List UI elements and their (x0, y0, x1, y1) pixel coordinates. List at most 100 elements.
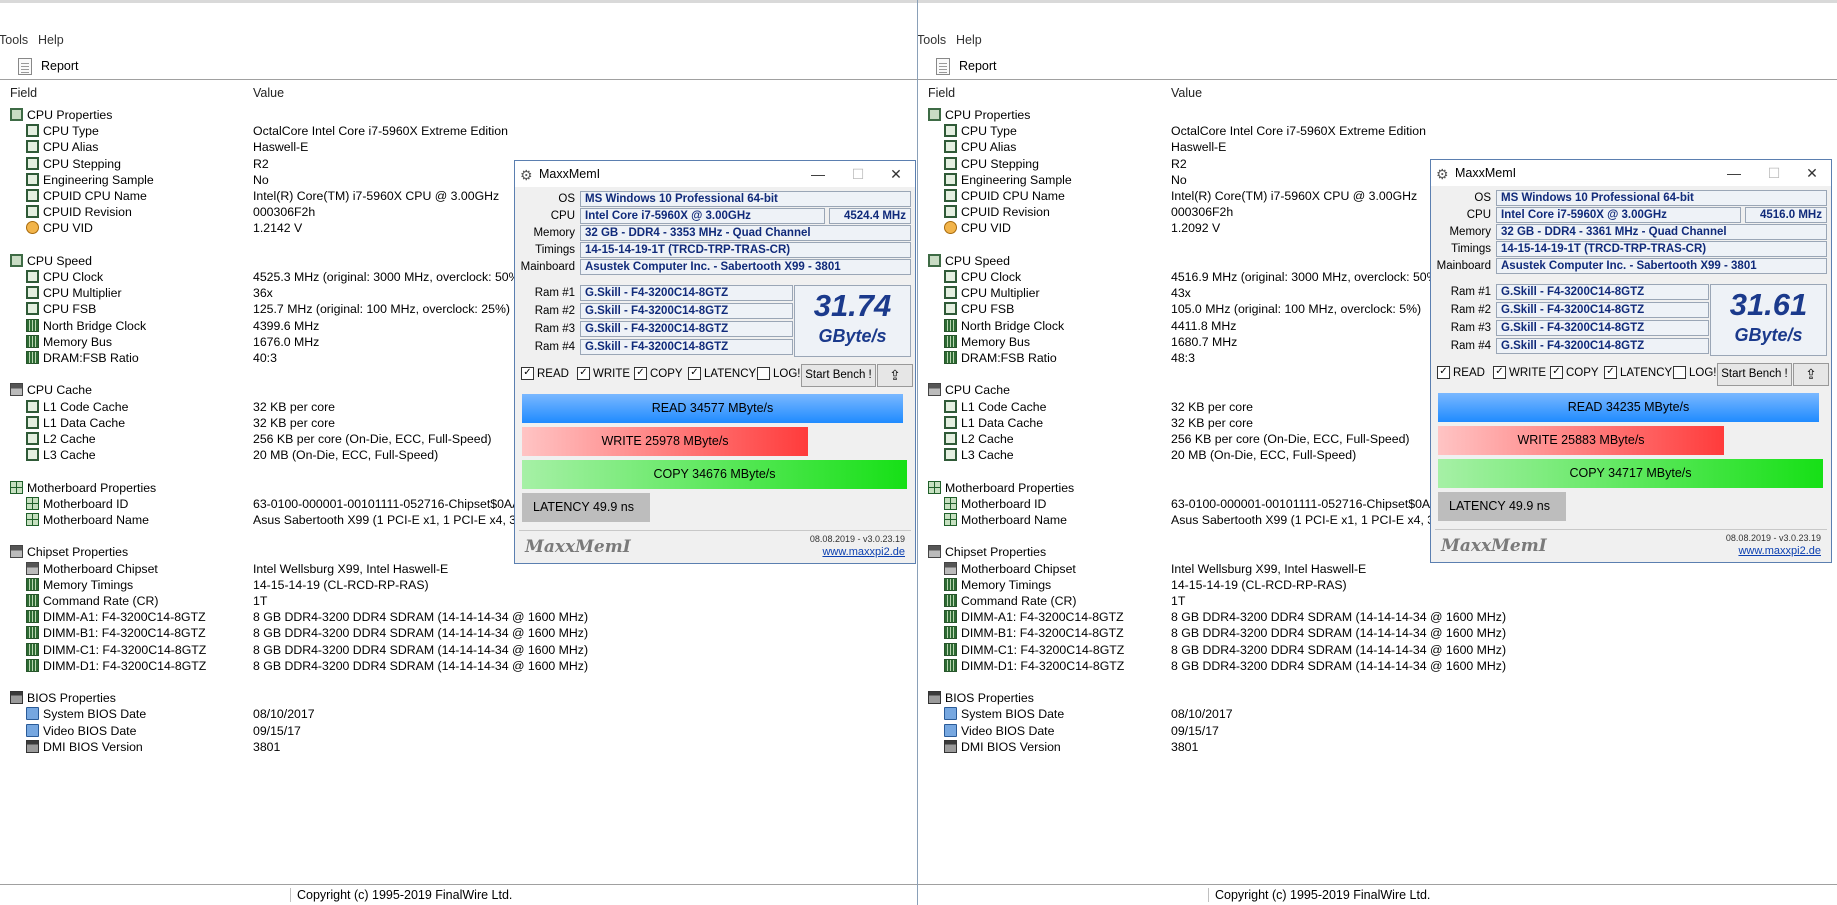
os-value: MS Windows 10 Professional 64-bit (1496, 190, 1827, 206)
memory-row: Memory 32 GB - DDR4 - 3361 MHz - Quad Cha… (1435, 224, 1827, 241)
field-label: CPU Cache (27, 383, 92, 398)
field-label: Motherboard Name (43, 513, 149, 527)
field-value: Intel(R) Core(TM) i7-5960X CPU @ 3.00GHz (253, 189, 500, 203)
field-label: CPU Type (43, 124, 99, 139)
score-box: 31.61 GByte/s (1710, 284, 1827, 356)
cpu-clock-value: 4524.4 MHz (829, 208, 911, 224)
cpu-icon (10, 108, 23, 121)
column-header-value[interactable]: Value (1171, 86, 1202, 100)
aida64-window-left: Tools Help Report Field Value CPU Proper… (0, 0, 918, 905)
menu-tools[interactable]: Tools (0, 33, 28, 47)
column-header-value[interactable]: Value (253, 86, 284, 100)
field-label: Engineering Sample (43, 172, 154, 187)
maxxmem-title: MaxxMemI (1455, 166, 1517, 180)
report-button[interactable]: Report (18, 56, 79, 76)
ram3-value: G.Skill - F4-3200C14-8GTZ (1496, 320, 1709, 336)
maxxmem-footer: MaxxMemI 08.08.2019 - v3.0.23.19 www.max… (1435, 529, 1827, 560)
tree-row[interactable]: DMI BIOS Version 3801 (0, 738, 917, 757)
start-bench-button[interactable]: Start Bench ! (1717, 363, 1792, 386)
ram1-value: G.Skill - F4-3200C14-8GTZ (580, 285, 793, 301)
minimize-icon[interactable]: — (1719, 163, 1749, 183)
column-header-field[interactable]: Field (10, 86, 37, 100)
timings-value: 14-15-14-19-1T (TRCD-TRP-TRAS-CR) (1496, 241, 1827, 257)
os-row: OS MS Windows 10 Professional 64-bit (1435, 190, 1827, 207)
field-label: Motherboard Name (961, 513, 1067, 527)
field-value: 1T (1171, 594, 1186, 608)
log-checkbox[interactable]: LOG! (757, 367, 800, 380)
copy-result-bar: COPY 34717 MByte/s (1438, 459, 1823, 488)
field-value: 20 MB (On-Die, ECC, Full-Speed) (253, 448, 439, 463)
copy-checkbox[interactable]: ✓ COPY (634, 367, 683, 380)
field-label: CPU Speed (27, 253, 92, 268)
read-checkbox[interactable]: ✓ READ (1437, 366, 1485, 379)
cpu-value: Intel Core i7-5960X @ 3.00GHz (1496, 207, 1741, 223)
export-button[interactable]: ⇪ (877, 364, 913, 387)
field-value: 48:3 (1171, 351, 1195, 365)
field-label: Memory Timings (43, 577, 134, 592)
field-value: 8 GB DDR4-3200 DDR4 SDRAM (14-14-14-34 @… (253, 626, 589, 641)
latency-result-bar: LATENCY 49.9 ns (1438, 492, 1566, 521)
field-value: 32 KB per core (1171, 415, 1254, 430)
minimize-icon[interactable]: — (803, 164, 833, 184)
read-result-bar: READ 34577 MByte/s (522, 394, 903, 423)
memory-icon (26, 577, 39, 591)
website-link[interactable]: www.maxxpi2.de (1738, 545, 1821, 557)
ram4-value: G.Skill - F4-3200C14-8GTZ (580, 339, 793, 355)
latency-result-bar: LATENCY 49.9 ns (522, 493, 650, 522)
field-label: CPU Multiplier (43, 286, 122, 301)
mainboard-label: Mainboard (520, 261, 575, 273)
menu-help[interactable]: Help (38, 33, 64, 47)
bridge-icon (944, 318, 957, 332)
field-value: 105.0 MHz (original: 100 MHz, overclock:… (1171, 302, 1422, 317)
field-value: Haswell-E (253, 140, 309, 155)
score-value: 31.74 (813, 288, 892, 323)
field-value: 20 MB (On-Die, ECC, Full-Speed) (1171, 448, 1357, 463)
latency-checkbox[interactable]: ✓ LATENCY (688, 367, 756, 380)
latency-checkbox[interactable]: ✓ LATENCY (1604, 366, 1672, 379)
field-value: 8 GB DDR4-3200 DDR4 SDRAM (14-14-14-34 @… (1171, 626, 1507, 641)
memory-icon (944, 594, 957, 607)
mainboard-value: Asustek Computer Inc. - Sabertooth X99 -… (580, 259, 911, 275)
tree-row[interactable]: DIMM-D1: F4-3200C14-8GTZ 8 GB DDR4-3200 D… (918, 657, 1837, 676)
write-checkbox[interactable]: ✓ WRITE (577, 367, 630, 380)
maxxmem-window: ⚙ MaxxMemI — ☐ ✕ OS MS Windows 10 Profess… (514, 160, 916, 564)
chip-icon (944, 399, 957, 413)
copy-checkbox[interactable]: ✓ COPY (1550, 366, 1599, 379)
website-link[interactable]: www.maxxpi2.de (822, 546, 905, 558)
field-label: CPU Alias (43, 140, 99, 155)
field-label: Chipset Properties (945, 545, 1047, 560)
close-icon[interactable]: ✕ (881, 164, 911, 184)
memory-icon (944, 351, 957, 364)
os-row: OS MS Windows 10 Professional 64-bit (519, 191, 911, 208)
field-label: System BIOS Date (43, 707, 147, 722)
field-label: CPU VID (961, 221, 1011, 236)
start-bench-button[interactable]: Start Bench ! (801, 364, 876, 387)
memory-label: Memory (1449, 226, 1491, 238)
field-label: DIMM-B1: F4-3200C14-8GTZ (43, 626, 206, 641)
field-value: 8 GB DDR4-3200 DDR4 SDRAM (14-14-14-34 @… (253, 642, 589, 657)
tree-row[interactable]: DIMM-D1: F4-3200C14-8GTZ 8 GB DDR4-3200 D… (0, 657, 917, 676)
field-label: Chipset Properties (27, 545, 129, 560)
tree-row[interactable]: DMI BIOS Version 3801 (918, 738, 1837, 757)
write-checkbox[interactable]: ✓ WRITE (1493, 366, 1546, 379)
memory-icon (26, 658, 39, 672)
chip-icon (944, 189, 957, 202)
chipset-icon (10, 545, 23, 559)
close-icon[interactable]: ✕ (1797, 163, 1827, 183)
field-label: Motherboard ID (43, 496, 129, 511)
field-value: 256 KB per core (On-Die, ECC, Full-Speed… (1171, 432, 1410, 446)
log-checkbox[interactable]: LOG! (1673, 366, 1716, 379)
menu-help[interactable]: Help (956, 33, 982, 47)
export-button[interactable]: ⇪ (1793, 363, 1829, 386)
menu-tools[interactable]: Tools (918, 33, 946, 47)
read-checkbox[interactable]: ✓ READ (521, 367, 569, 380)
field-label: BIOS Properties (945, 691, 1034, 706)
field-value: No (253, 172, 269, 187)
field-label: L2 Cache (43, 432, 96, 446)
field-label: CPU Cache (945, 383, 1010, 398)
report-button[interactable]: Report (936, 56, 997, 76)
field-value: 1680.7 MHz (1171, 334, 1238, 349)
memory-icon (26, 626, 39, 640)
export-icon: ⇪ (1805, 366, 1817, 382)
column-header-field[interactable]: Field (928, 86, 955, 100)
